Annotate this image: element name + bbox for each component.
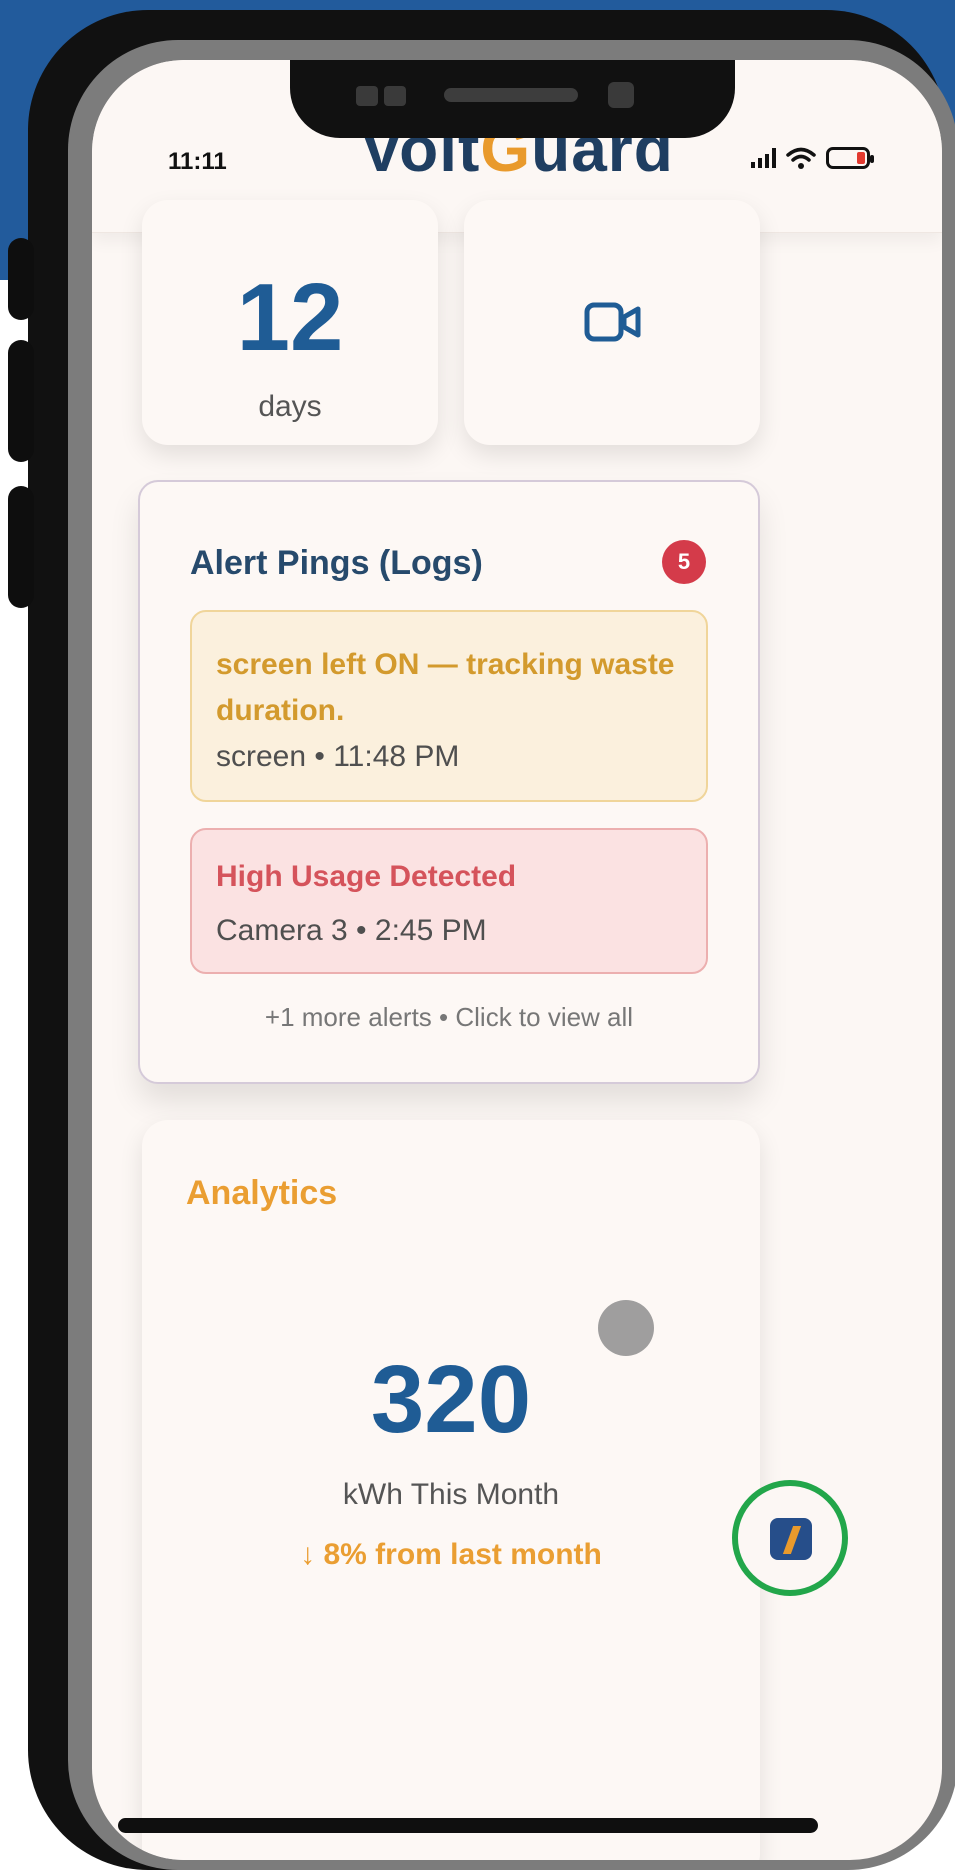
status-time: 11:11 (168, 148, 227, 175)
alert-title: High Usage Detected (216, 860, 517, 893)
alert-pings-card: Alert Pings (Logs) 5 screen left ON — tr… (138, 480, 760, 1084)
alert-item-danger[interactable]: High Usage Detected Camera 3 • 2:45 PM (190, 828, 708, 974)
days-unit: days (258, 390, 322, 423)
alerts-title: Alert Pings (Logs) (190, 544, 483, 582)
floating-action-button[interactable] (732, 1480, 848, 1596)
alerts-count-badge: 5 (662, 540, 706, 584)
shield-bolt-icon (770, 1518, 812, 1560)
side-button-silent (8, 238, 34, 320)
kwh-change: ↓ 8% from last month (300, 1538, 602, 1571)
uptime-days-card[interactable]: 12 days (142, 200, 438, 445)
notch-sensor-icon (384, 86, 406, 106)
kwh-label: kWh This Month (342, 1478, 560, 1511)
cellular-signal-icon (751, 148, 776, 168)
status-icons (751, 146, 874, 170)
front-camera-icon (608, 82, 634, 108)
alert-meta: Camera 3 • 2:45 PM (216, 914, 487, 947)
analytics-title: Analytics (186, 1174, 338, 1212)
alert-item-warning[interactable]: screen left ON — tracking waste duration… (190, 610, 708, 802)
side-button-volume-up (8, 340, 34, 462)
kwh-value: 320 (370, 1346, 532, 1453)
alert-title: screen left ON — tracking waste duration… (216, 648, 675, 727)
analytics-card: Analytics 320 kWh This Month ↓ 8% from l… (142, 1120, 760, 1860)
alert-meta: screen • 11:48 PM (216, 740, 460, 773)
view-all-alerts-link[interactable]: +1 more alerts • Click to view all (140, 1002, 758, 1033)
notch (290, 60, 735, 138)
speaker-grille (444, 88, 578, 102)
phone-bottom-edge (118, 1818, 818, 1833)
notch-sensor-icon (356, 86, 378, 106)
phone-frame: VoltGuard 11:11 12 days Alert Pings (Log… (8, 10, 955, 1870)
days-value: 12 (236, 264, 344, 371)
wifi-icon (786, 147, 816, 169)
touch-indicator (598, 1300, 654, 1356)
phone-screen: VoltGuard 11:11 12 days Alert Pings (Log… (92, 60, 942, 1860)
camera-card[interactable] (464, 200, 760, 445)
side-button-volume-down (8, 486, 34, 608)
battery-icon (826, 147, 874, 169)
video-camera-icon (584, 302, 641, 342)
